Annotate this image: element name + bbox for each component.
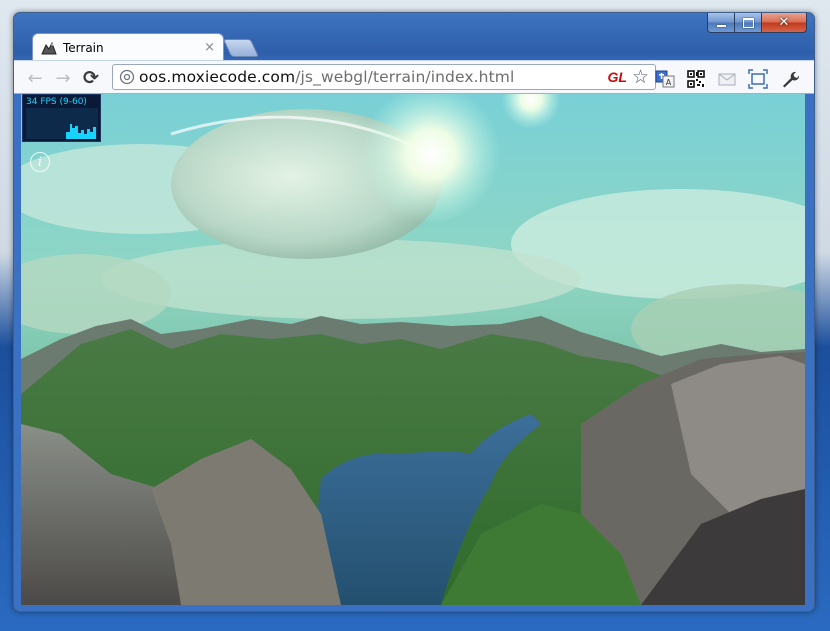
tab-title: Terrain — [63, 40, 104, 55]
tab-close-icon[interactable]: × — [204, 40, 215, 55]
info-button[interactable]: i — [30, 152, 50, 172]
minimize-icon — [716, 24, 726, 27]
terrain-scene[interactable] — [21, 94, 805, 605]
maximize-button[interactable] — [735, 13, 762, 33]
wrench-icon[interactable] — [780, 69, 800, 89]
translate-icon[interactable]: A — [655, 69, 675, 89]
back-button[interactable]: ← — [24, 67, 46, 89]
browser-toolbar: ← → ⟳ oos.moxiecode.com/js_webgl/terrain… — [14, 60, 814, 94]
webgl-content[interactable]: 34 FPS (9-60) i — [21, 94, 805, 605]
info-icon: i — [37, 154, 43, 170]
url-text: oos.moxiecode.com/js_webgl/terrain/index… — [139, 68, 608, 86]
fps-graph — [26, 108, 98, 139]
minimize-button[interactable] — [707, 13, 735, 33]
reload-button[interactable]: ⟳ — [80, 67, 102, 89]
browser-window: ✕ Terrain × ← → ⟳ oos.moxiecode.com/js_w… — [13, 12, 815, 612]
url-path: /js_webgl/terrain/index.html — [295, 68, 515, 86]
tab-terrain[interactable]: Terrain × — [32, 33, 224, 61]
fps-readout: 34 FPS (9-60) — [26, 97, 87, 107]
maximize-icon — [742, 17, 754, 28]
address-bar[interactable]: oos.moxiecode.com/js_webgl/terrain/index… — [112, 64, 656, 90]
url-host: oos.moxiecode.com — [139, 68, 296, 86]
fps-stats-panel[interactable]: 34 FPS (9-60) — [22, 94, 101, 142]
window-controls: ✕ — [707, 13, 807, 33]
new-tab-button[interactable] — [222, 39, 260, 57]
close-window-button[interactable]: ✕ — [762, 13, 807, 33]
close-icon: ✕ — [778, 15, 790, 30]
terrain-favicon-icon — [41, 40, 57, 56]
webgl-badge[interactable]: GL — [608, 69, 627, 85]
globe-icon — [119, 69, 135, 85]
bookmark-star-icon[interactable]: ☆ — [632, 66, 649, 88]
svg-text:A: A — [666, 78, 672, 87]
fullscreen-icon[interactable] — [748, 69, 768, 89]
qr-code-icon[interactable] — [686, 69, 706, 89]
mail-icon[interactable] — [717, 69, 737, 89]
forward-button[interactable]: → — [52, 67, 74, 89]
